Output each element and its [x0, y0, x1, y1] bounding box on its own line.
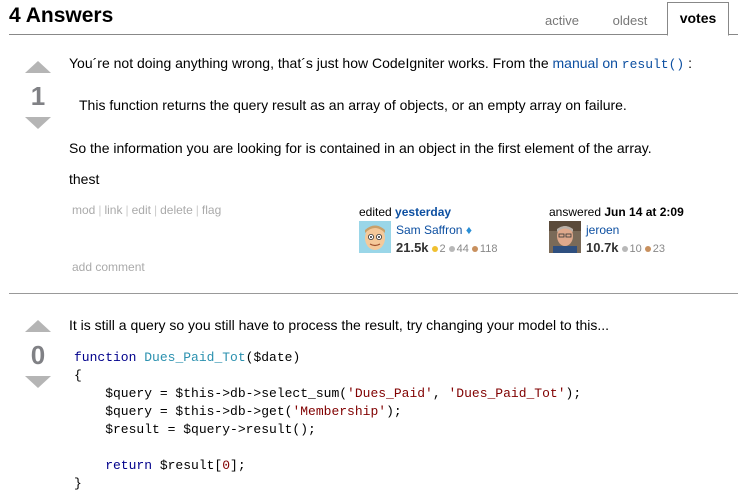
silver-badge-icon: [448, 245, 455, 252]
downvote-arrow-icon[interactable]: [25, 376, 51, 388]
downvote-arrow-icon[interactable]: [25, 117, 51, 129]
bronze-badge-icon: [471, 245, 478, 252]
answer-paragraph-thest: thest: [69, 171, 100, 187]
editor-avatar[interactable]: [359, 221, 391, 253]
answers-header: 4 Answers active oldest votes: [0, 0, 748, 36]
edit-link[interactable]: edit: [132, 203, 151, 217]
mod-link[interactable]: mod: [72, 203, 95, 217]
link-link[interactable]: link: [104, 203, 122, 217]
moderator-diamond-icon: ♦: [465, 223, 472, 237]
answer-intro: You´re not doing anything wrong, that´s …: [69, 55, 692, 72]
manual-link[interactable]: manual on result(): [553, 55, 685, 72]
edit-signature: edited yesterday: [359, 205, 452, 219]
tab-votes[interactable]: votes: [667, 2, 729, 36]
editor-reputation: 21.5k 2 44 118: [396, 240, 498, 255]
post-menu: mod | link | edit | delete | flag: [72, 203, 222, 217]
edit-time-link[interactable]: yesterday: [395, 205, 451, 219]
vote-count: 0: [30, 340, 46, 370]
silver-badge-icon: [621, 245, 628, 252]
tab-oldest[interactable]: oldest: [598, 9, 662, 35]
flag-link[interactable]: flag: [202, 203, 221, 217]
owner-name-link[interactable]: jeroen: [586, 223, 619, 237]
blockquote: This function returns the query result a…: [79, 97, 627, 113]
owner-reputation: 10.7k 10 23: [586, 240, 666, 255]
answer-divider: [9, 293, 738, 294]
vote-count: 1: [30, 81, 46, 111]
add-comment-link[interactable]: add comment: [72, 260, 145, 274]
answers-count-title: 4 Answers: [9, 4, 114, 27]
tab-active[interactable]: active: [533, 9, 591, 35]
intro-text: You´re not doing anything wrong, that´s …: [69, 55, 549, 71]
code-block: function Dues_Paid_Tot($date) { $query =…: [74, 350, 582, 491]
answer-signature: answered Jun 14 at 2:09: [549, 205, 684, 219]
editor-name-link[interactable]: Sam Saffron ♦: [396, 223, 472, 237]
answer-paragraph: So the information you are looking for i…: [69, 140, 652, 156]
answer-text: It is still a query so you still have to…: [69, 317, 610, 333]
bronze-badge-icon: [644, 245, 651, 252]
upvote-arrow-icon[interactable]: [25, 61, 51, 73]
upvote-arrow-icon[interactable]: [25, 320, 51, 332]
owner-avatar[interactable]: [549, 221, 581, 253]
delete-link[interactable]: delete: [160, 203, 193, 217]
gold-badge-icon: [431, 245, 438, 252]
intro-colon: :: [688, 55, 692, 71]
